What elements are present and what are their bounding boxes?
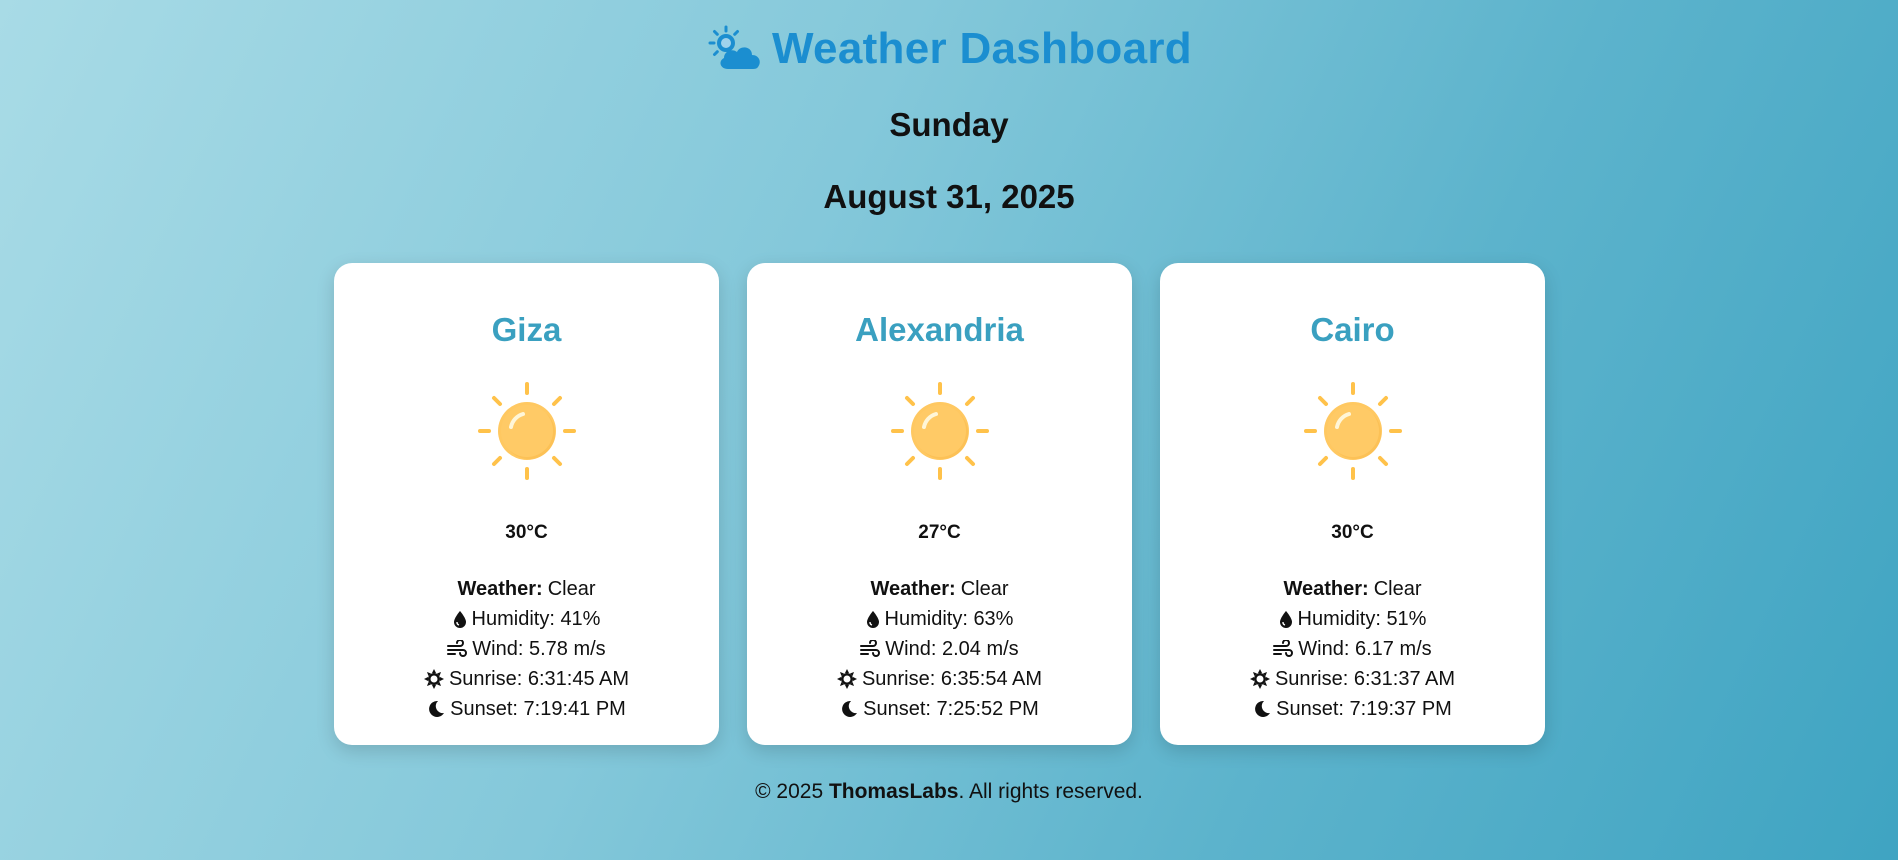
moon-icon (427, 700, 445, 718)
sunrise-row: Sunrise: 6:31:37 AM (1160, 664, 1545, 694)
wind-icon (447, 640, 468, 658)
wind-icon (860, 640, 881, 658)
humidity-text: Humidity: 51% (1297, 608, 1427, 630)
sunrise-row: Sunrise: 6:31:45 AM (334, 664, 719, 694)
droplet-icon (453, 610, 467, 628)
sunset-text: Sunset: 7:19:37 PM (1276, 698, 1452, 720)
sunrise-text: Sunrise: 6:35:54 AM (861, 668, 1043, 690)
weather-condition: Weather: Clear (747, 574, 1132, 604)
footer-brand: ThomasLabs (828, 780, 959, 803)
weather-label: Weather: (457, 578, 543, 600)
city-name: Cairo (1310, 311, 1395, 348)
current-date: August 31, 2025 (823, 178, 1075, 215)
sun-behind-cloud-icon (706, 25, 764, 73)
wind-row: Wind: 5.78 m/s (334, 634, 719, 664)
temperature: 30°C (505, 522, 548, 543)
humidity-text: Humidity: 63% (884, 608, 1014, 630)
weather-condition: Weather: Clear (1160, 574, 1545, 604)
weather-card-alexandria: Alexandria 27°C Weather: Clear Humidity:… (747, 263, 1132, 745)
temperature: 30°C (1331, 522, 1374, 543)
humidity-text: Humidity: 41% (471, 608, 601, 630)
droplet-icon (1279, 610, 1293, 628)
sunset-text: Sunset: 7:25:52 PM (863, 698, 1039, 720)
humidity-row: Humidity: 51% (1160, 604, 1545, 634)
weather-details: Weather: Clear Humidity: 51% Wind: 6.17 … (1160, 574, 1545, 724)
humidity-row: Humidity: 63% (747, 604, 1132, 634)
sun-icon (890, 381, 990, 481)
weather-value: Clear (547, 578, 596, 600)
wind-icon (1273, 640, 1294, 658)
sunrise-row: Sunrise: 6:35:54 AM (747, 664, 1132, 694)
footer: © 2025 ThomasLabs. All rights reserved. (0, 780, 1898, 804)
sun-gear-icon (1249, 669, 1270, 689)
wind-text: Wind: 2.04 m/s (885, 638, 1019, 660)
weather-value: Clear (960, 578, 1009, 600)
weather-label: Weather: (870, 578, 956, 600)
wind-row: Wind: 2.04 m/s (747, 634, 1132, 664)
city-name: Giza (491, 311, 562, 348)
weather-label: Weather: (1283, 578, 1369, 600)
humidity-row: Humidity: 41% (334, 604, 719, 634)
sunset-row: Sunset: 7:19:37 PM (1160, 694, 1545, 724)
weather-details: Weather: Clear Humidity: 63% Wind: 2.04 … (747, 574, 1132, 724)
footer-rights: . All rights reserved. (958, 780, 1143, 803)
sun-gear-icon (836, 669, 857, 689)
wind-text: Wind: 6.17 m/s (1298, 638, 1432, 660)
weather-condition: Weather: Clear (334, 574, 719, 604)
sun-icon (1303, 381, 1403, 481)
sun-icon (477, 381, 577, 481)
wind-text: Wind: 5.78 m/s (472, 638, 606, 660)
sunset-row: Sunset: 7:25:52 PM (747, 694, 1132, 724)
droplet-icon (866, 610, 880, 628)
sunrise-text: Sunrise: 6:31:45 AM (448, 668, 630, 690)
page-header: Weather Dashboard (0, 24, 1898, 78)
weather-details: Weather: Clear Humidity: 41% Wind: 5.78 … (334, 574, 719, 724)
temperature: 27°C (918, 522, 961, 543)
wind-row: Wind: 6.17 m/s (1160, 634, 1545, 664)
moon-icon (840, 700, 858, 718)
footer-copyright: © 2025 (755, 780, 829, 803)
sunrise-text: Sunrise: 6:31:37 AM (1274, 668, 1456, 690)
weather-value: Clear (1373, 578, 1422, 600)
city-name: Alexandria (855, 311, 1024, 348)
page-title-text: Weather Dashboard (772, 24, 1192, 73)
weather-card-cairo: Cairo 30°C Weather: Clear Humidity: 51% … (1160, 263, 1545, 745)
weather-card-giza: Giza 30°C Weather: Clear Humidity: 41% W… (334, 263, 719, 745)
page-title: Weather Dashboard (706, 24, 1192, 74)
sun-gear-icon (423, 669, 444, 689)
weather-cards: Giza 30°C Weather: Clear Humidity: 41% W… (334, 263, 1545, 745)
current-day: Sunday (889, 106, 1009, 143)
sunset-row: Sunset: 7:19:41 PM (334, 694, 719, 724)
sunset-text: Sunset: 7:19:41 PM (450, 698, 626, 720)
moon-icon (1253, 700, 1271, 718)
